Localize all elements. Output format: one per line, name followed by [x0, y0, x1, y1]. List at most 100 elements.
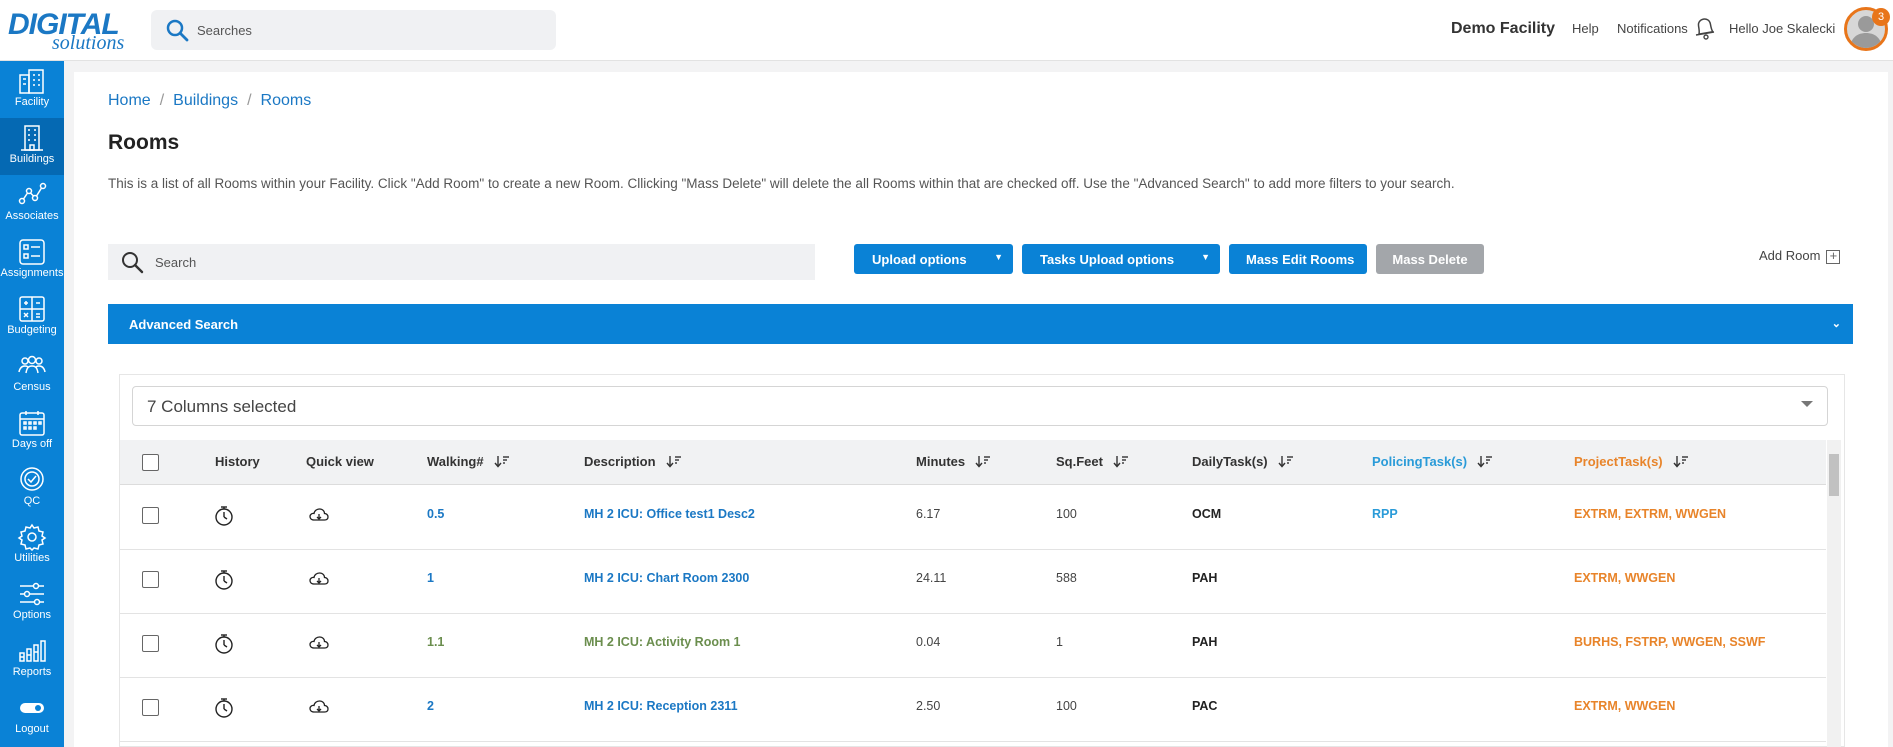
mass-edit-rooms-button[interactable]: Mass Edit Rooms: [1229, 244, 1367, 274]
sidebar-item-label: Logout: [15, 723, 49, 735]
add-room-button[interactable]: Add Room +: [1759, 248, 1841, 264]
bell-icon[interactable]: [1694, 16, 1716, 45]
sidebar-item-utilities[interactable]: Utilities: [0, 517, 64, 574]
quick-view-cloud-icon[interactable]: [309, 699, 329, 718]
col-description[interactable]: Description: [584, 454, 682, 471]
daily-tasks-value[interactable]: PAH: [1192, 635, 1217, 649]
minutes-value: 24.11: [916, 571, 947, 585]
quick-view-cloud-icon[interactable]: [309, 571, 329, 590]
sort-icon[interactable]: [1113, 455, 1129, 471]
room-description-link[interactable]: MH 2 ICU: Chart Room 2300: [584, 571, 749, 585]
walking-number[interactable]: 1.1: [427, 635, 444, 649]
row-checkbox[interactable]: [142, 635, 159, 652]
tasks-upload-options-label: Tasks Upload options: [1040, 251, 1175, 267]
history-icon[interactable]: [213, 633, 235, 658]
global-search[interactable]: [151, 10, 556, 50]
sort-icon[interactable]: [665, 455, 682, 471]
row-checkbox[interactable]: [142, 699, 159, 716]
quick-view-cloud-icon[interactable]: [309, 635, 329, 654]
walking-number[interactable]: 0.5: [427, 507, 444, 521]
col-policing-tasks[interactable]: PolicingTask(s): [1372, 454, 1493, 471]
breadcrumb-home[interactable]: Home: [108, 92, 151, 109]
history-icon[interactable]: [213, 697, 235, 722]
room-description-link[interactable]: MH 2 ICU: Activity Room 1: [584, 635, 741, 649]
project-tasks-value[interactable]: EXTRM, WWGEN: [1574, 571, 1675, 585]
col-minutes[interactable]: Minutes: [916, 454, 991, 471]
global-search-input[interactable]: [197, 10, 537, 50]
facility-name[interactable]: Demo Facility: [1451, 20, 1555, 38]
room-description-link[interactable]: MH 2 ICU: Reception 2311: [584, 699, 738, 713]
sidebar-item-days-off[interactable]: Days off: [0, 403, 64, 460]
page-description: This is a list of all Rooms within your …: [108, 176, 1455, 191]
room-search-input[interactable]: [155, 244, 795, 280]
room-description-link[interactable]: MH 2 ICU: Office test1 Desc2: [584, 507, 755, 521]
user-greeting[interactable]: Hello Joe Skalecki: [1729, 21, 1835, 36]
mass-delete-button[interactable]: Mass Delete: [1376, 244, 1484, 274]
walking-number[interactable]: 2: [427, 699, 434, 713]
sidebar-item-census[interactable]: Census: [0, 346, 64, 403]
sort-icon[interactable]: [975, 455, 991, 471]
top-bar: DIGITAL solutions Demo Facility Help Not…: [0, 0, 1893, 61]
minutes-value: 2.50: [916, 699, 941, 713]
sort-icon[interactable]: [494, 455, 510, 471]
sidebar-item-options[interactable]: Options: [0, 574, 64, 631]
chart-icon: [19, 640, 46, 662]
office-icon: [21, 125, 43, 151]
col-daily-tasks[interactable]: DailyTask(s): [1192, 454, 1294, 471]
sort-icon[interactable]: [1477, 455, 1493, 471]
select-all-checkbox[interactable]: [142, 454, 159, 471]
history-icon[interactable]: [213, 505, 235, 530]
table-scrollbar[interactable]: [1827, 440, 1841, 747]
breadcrumb: Home / Buildings / Rooms: [108, 92, 312, 109]
sidebar-item-assignments[interactable]: Assignments: [0, 232, 64, 289]
search-icon: [120, 250, 144, 279]
sidebar-item-label: Assignments: [0, 267, 64, 279]
room-search[interactable]: [108, 244, 815, 280]
project-tasks-value[interactable]: EXTRM, WWGEN: [1574, 699, 1675, 713]
quick-view-cloud-icon[interactable]: [309, 507, 329, 526]
walking-number[interactable]: 1: [427, 571, 434, 585]
notification-badge: 3: [1872, 8, 1890, 26]
breadcrumb-buildings[interactable]: Buildings: [173, 92, 238, 109]
digital-solutions-logo[interactable]: DIGITAL solutions: [4, 8, 130, 54]
col-project-tasks[interactable]: ProjectTask(s): [1574, 454, 1689, 471]
daily-tasks-value[interactable]: OCM: [1192, 507, 1221, 521]
sliders-icon: [20, 582, 44, 606]
table-row: 1 MH 2 ICU: Chart Room 2300 24.11 588 PAH EXT…: [120, 550, 1826, 614]
sidebar-item-label: Facility: [14, 96, 50, 108]
project-tasks-value[interactable]: BURHS, FSTRP, WWGEN, SSWF: [1574, 635, 1765, 649]
dropdown-arrow-icon: [1801, 401, 1813, 407]
chevron-down-icon: ⌄: [1831, 318, 1841, 330]
daily-tasks-value[interactable]: PAH: [1192, 571, 1217, 585]
scrollbar-thumb[interactable]: [1829, 454, 1839, 496]
sidebar-item-logout[interactable]: Logout: [0, 688, 64, 745]
sidebar-item-buildings[interactable]: Buildings: [0, 118, 64, 175]
col-history: History: [215, 454, 260, 469]
col-walking[interactable]: Walking#: [427, 454, 510, 471]
col-walking-label: Walking#: [427, 454, 484, 469]
help-link[interactable]: Help: [1572, 21, 1599, 36]
sidebar-item-associates[interactable]: Associates: [0, 175, 64, 232]
advanced-search-toggle[interactable]: Advanced Search ⌄: [108, 304, 1853, 344]
sort-icon[interactable]: [1673, 455, 1689, 471]
upload-options-button[interactable]: Upload options ▼: [854, 244, 1013, 274]
sidebar-item-reports[interactable]: Reports: [0, 631, 64, 688]
notifications-link[interactable]: Notifications: [1617, 21, 1688, 36]
columns-select[interactable]: 7 Columns selected: [132, 386, 1828, 426]
col-sqfeet[interactable]: Sq.Feet: [1056, 454, 1129, 471]
sidebar-item-qc[interactable]: QC: [0, 460, 64, 517]
daily-tasks-value[interactable]: PAC: [1192, 699, 1217, 713]
row-checkbox[interactable]: [142, 571, 159, 588]
policing-tasks-value[interactable]: RPP: [1372, 507, 1398, 521]
sidebar-item-budgeting[interactable]: Budgeting: [0, 289, 64, 346]
sort-icon[interactable]: [1278, 455, 1294, 471]
col-quick-view: Quick view: [306, 454, 374, 469]
row-checkbox[interactable]: [142, 507, 159, 524]
project-tasks-value[interactable]: EXTRM, EXTRM, WWGEN: [1574, 507, 1726, 521]
people-icon: [18, 355, 46, 374]
history-icon[interactable]: [213, 569, 235, 594]
tasks-upload-options-button[interactable]: Tasks Upload options ▼: [1022, 244, 1220, 274]
sidebar-item-facility[interactable]: Facility: [0, 61, 64, 118]
sqfeet-value: 100: [1056, 507, 1077, 521]
breadcrumb-rooms[interactable]: Rooms: [261, 92, 312, 109]
